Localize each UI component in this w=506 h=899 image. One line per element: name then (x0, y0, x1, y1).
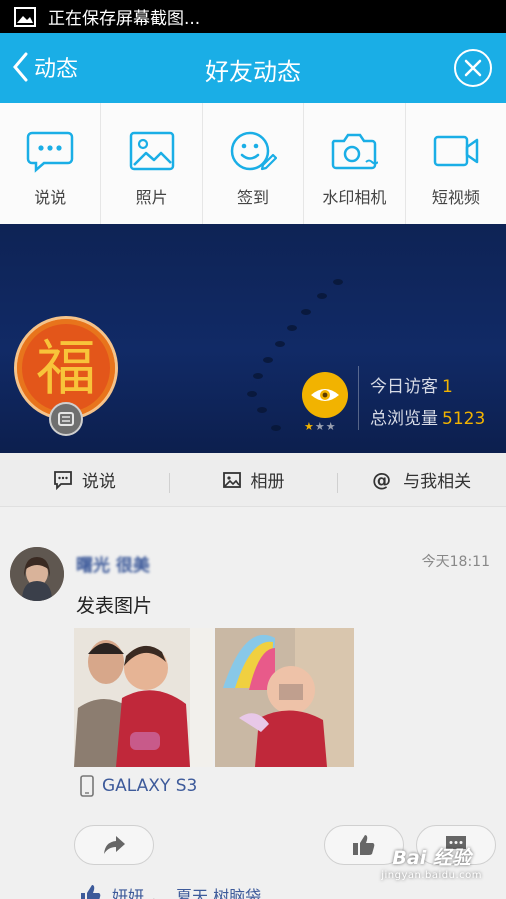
photo-icon (129, 131, 174, 171)
action-label: 签到 (237, 188, 270, 207)
action-checkin[interactable]: 签到 (203, 103, 305, 224)
eye-icon (311, 389, 339, 401)
close-icon (464, 59, 482, 77)
chat-bubble-icon (26, 131, 74, 173)
vip-badge (49, 402, 83, 436)
photo-thumbnail (74, 628, 213, 767)
tab-label: 相册 (250, 472, 285, 492)
today-visitors-count: 1 (442, 377, 453, 397)
tab-album[interactable]: 相册 (168, 467, 338, 493)
close-button[interactable] (454, 49, 492, 87)
tab-label: 与我相关 (403, 472, 472, 492)
likes-row: 妍妍 、 夏天 树脑袋 (80, 883, 261, 899)
thumbs-up-icon (353, 835, 375, 855)
action-shuoshuo[interactable]: 说说 (0, 103, 102, 224)
level-stars: ★★★ (304, 420, 337, 433)
total-views-label: 总浏览量 (370, 409, 438, 429)
profile-cover: 福 ★★★ 今日访客 1 总浏览量 5123 (0, 224, 506, 453)
liker-name[interactable]: 妍妍 (112, 883, 144, 899)
photo-icon (222, 471, 241, 488)
action-label: 说说 (34, 188, 67, 207)
star-icon: ★ (325, 420, 337, 433)
device-name: GALAXY S3 (102, 776, 198, 796)
avatar-char: 福 (36, 334, 96, 404)
action-short-video[interactable]: 短视频 (406, 103, 506, 224)
today-visitors-label: 今日访客 (370, 377, 438, 397)
status-bar: 正在保存屏幕截图... (0, 0, 506, 33)
page-title: 好友动态 (205, 58, 301, 86)
share-button[interactable] (74, 825, 154, 865)
action-label: 短视频 (431, 188, 480, 207)
post-photo[interactable] (215, 628, 354, 767)
total-views-count: 5123 (442, 409, 486, 429)
post-author-name[interactable]: 曙光 很美 (76, 551, 150, 576)
share-arrow-icon (104, 836, 125, 854)
badge-icon (58, 412, 74, 426)
visitor-eye-button[interactable] (302, 372, 348, 418)
tab-shuoshuo[interactable]: 说说 (0, 467, 169, 492)
action-label: 水印相机 (322, 188, 387, 207)
status-text: 正在保存屏幕截图... (48, 9, 201, 29)
action-watermark-camera[interactable]: 水印相机 (304, 103, 406, 224)
baidu-jingyan-watermark: Bai 经验 jingyan.baidu.com (381, 843, 482, 881)
smiley-pen-icon (230, 131, 278, 171)
phone-icon (80, 775, 94, 797)
picture-icon (14, 6, 36, 27)
watermark-main: Bai 经验 (392, 847, 471, 869)
photo-thumbnail (215, 628, 354, 767)
post-author-avatar[interactable] (10, 547, 64, 601)
stats-divider (358, 366, 359, 430)
video-camera-icon (433, 135, 479, 167)
thumbs-up-icon (81, 885, 101, 899)
action-photo[interactable]: 照片 (101, 103, 203, 224)
post-type-bar: 说说 照片 签到 水印相机 短视频 (0, 103, 506, 224)
liker-separator: 、 (152, 887, 169, 899)
star-icon: ★ (314, 420, 326, 433)
post-text: 发表图片 (76, 595, 153, 617)
tab-related-to-me[interactable]: @ 与我相关 (337, 467, 506, 493)
at-icon: @ (372, 468, 392, 491)
feed: 曙光 很美 今天18:11 发表图片 GALAXY S3 妍妍 、 夏天 树脑袋 (0, 507, 506, 899)
today-visitors[interactable]: 今日访客 1 (370, 372, 453, 397)
camera-icon (332, 133, 379, 170)
chat-bubble-icon (53, 470, 72, 490)
total-views[interactable]: 总浏览量 5123 (370, 404, 485, 429)
star-icon: ★ (304, 420, 315, 433)
action-label: 照片 (135, 188, 168, 207)
post-device: GALAXY S3 (80, 775, 197, 797)
tab-label: 说说 (81, 472, 116, 492)
liker-name[interactable]: 夏天 树脑袋 (176, 883, 261, 899)
watermark-sub: jingyan.baidu.com (381, 870, 482, 881)
post-time: 今天18:11 (421, 554, 490, 570)
post-photo[interactable] (74, 628, 213, 767)
author-photo (10, 547, 64, 601)
title-bar: 动态 好友动态 (0, 33, 506, 103)
profile-tab-bar: 说说 相册 @ 与我相关 (0, 453, 506, 507)
